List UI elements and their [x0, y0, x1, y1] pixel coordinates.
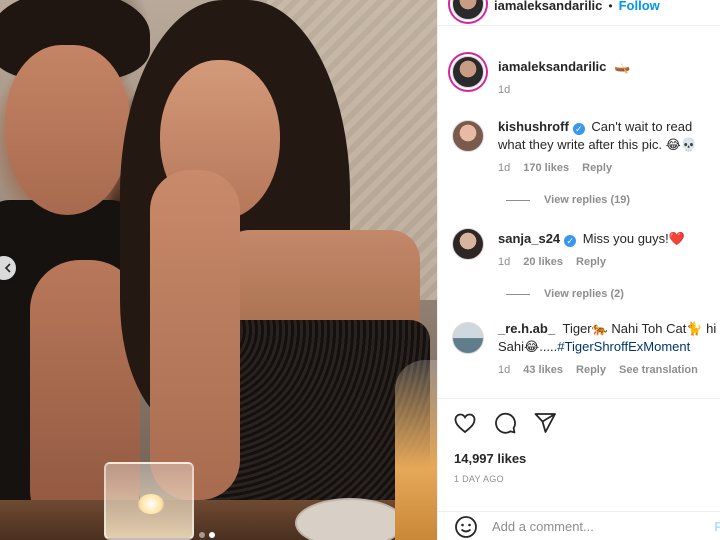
reply-button[interactable]: Reply: [582, 162, 612, 174]
comment-time[interactable]: 1d: [498, 364, 510, 376]
caption-time[interactable]: 1d: [498, 84, 510, 96]
reply-button[interactable]: Reply: [576, 364, 606, 376]
chevron-left-icon: [4, 263, 11, 273]
post-actions: 14,997 likes 1 DAY AGO P: [438, 398, 720, 540]
view-replies-label: View replies (2): [544, 288, 624, 300]
comment: kishushroff ✓ Can't wait to read what the…: [452, 118, 720, 174]
comment-time[interactable]: 1d: [498, 256, 510, 268]
caption-avatar[interactable]: [452, 56, 484, 88]
comment-input[interactable]: [492, 519, 692, 534]
emoji-icon[interactable]: [454, 515, 478, 539]
photo-woman-arm: [150, 170, 240, 500]
replies-divider: [506, 199, 530, 201]
likes-count[interactable]: 14,997 likes: [454, 451, 720, 466]
comment: _re.h.ab_ Tiger🐅 Nahi Toh Cat🐈 hi Sahi😂.…: [452, 320, 720, 376]
view-replies-label: View replies (19): [544, 194, 631, 206]
photo-man-face: [5, 45, 130, 215]
comment-username[interactable]: sanja_s24: [498, 231, 560, 246]
comments-list: iamaleksandarilic 🛶 1d kishushroff ✓ Can'…: [452, 54, 720, 376]
comment-username[interactable]: kishushroff: [498, 119, 569, 134]
comment: sanja_s24 ✓ Miss you guys!❤️ 1d 20 likes …: [452, 226, 720, 268]
reply-button[interactable]: Reply: [576, 256, 606, 268]
comment-avatar[interactable]: [452, 120, 484, 152]
post-side-panel: iamaleksandarilic • Follow iamaleksandar…: [437, 0, 720, 540]
verified-badge-icon: ✓: [564, 235, 577, 247]
follow-button[interactable]: Follow: [619, 0, 660, 13]
comment-icon[interactable]: [493, 411, 517, 435]
view-replies-button[interactable]: View replies (19): [506, 194, 720, 206]
add-comment-bar: P: [438, 511, 720, 540]
caption: iamaleksandarilic 🛶 1d: [452, 54, 720, 96]
comment-likes[interactable]: 20 likes: [523, 256, 563, 268]
comment-likes[interactable]: 170 likes: [523, 162, 569, 174]
view-replies-button[interactable]: View replies (2): [506, 288, 720, 300]
comment-avatar[interactable]: [452, 228, 484, 260]
verified-badge-icon: ✓: [572, 123, 585, 135]
header-separator: •: [608, 0, 613, 13]
comment-username[interactable]: _re.h.ab_: [498, 321, 555, 336]
see-translation-button[interactable]: See translation: [619, 364, 698, 376]
hashtag-link[interactable]: #TigerShroffExMoment: [557, 339, 690, 354]
caption-text: 🛶: [614, 59, 631, 74]
share-icon[interactable]: [533, 411, 557, 435]
comment-avatar[interactable]: [452, 322, 484, 354]
candle-flame: [138, 494, 164, 514]
photo-candle: [104, 462, 194, 540]
post-comment-button[interactable]: P: [714, 519, 720, 534]
comment-likes[interactable]: 43 likes: [523, 364, 563, 376]
photo-plate: [295, 498, 405, 540]
carousel-dot: [199, 532, 205, 538]
carousel-dot-active: [209, 532, 215, 538]
heart-icon[interactable]: [453, 411, 477, 435]
photo-glass: [395, 360, 437, 540]
replies-divider: [506, 293, 530, 295]
caption-username[interactable]: iamaleksandarilic: [498, 59, 606, 74]
comment-text: Miss you guys!❤️: [582, 231, 685, 246]
post-header: iamaleksandarilic • Follow: [438, 0, 720, 26]
posted-time[interactable]: 1 DAY AGO: [454, 474, 720, 484]
author-username[interactable]: iamaleksandarilic: [494, 0, 602, 13]
author-avatar[interactable]: [452, 0, 484, 20]
post-photo[interactable]: [0, 0, 437, 540]
carousel-dots: [199, 532, 215, 538]
comment-time[interactable]: 1d: [498, 162, 510, 174]
